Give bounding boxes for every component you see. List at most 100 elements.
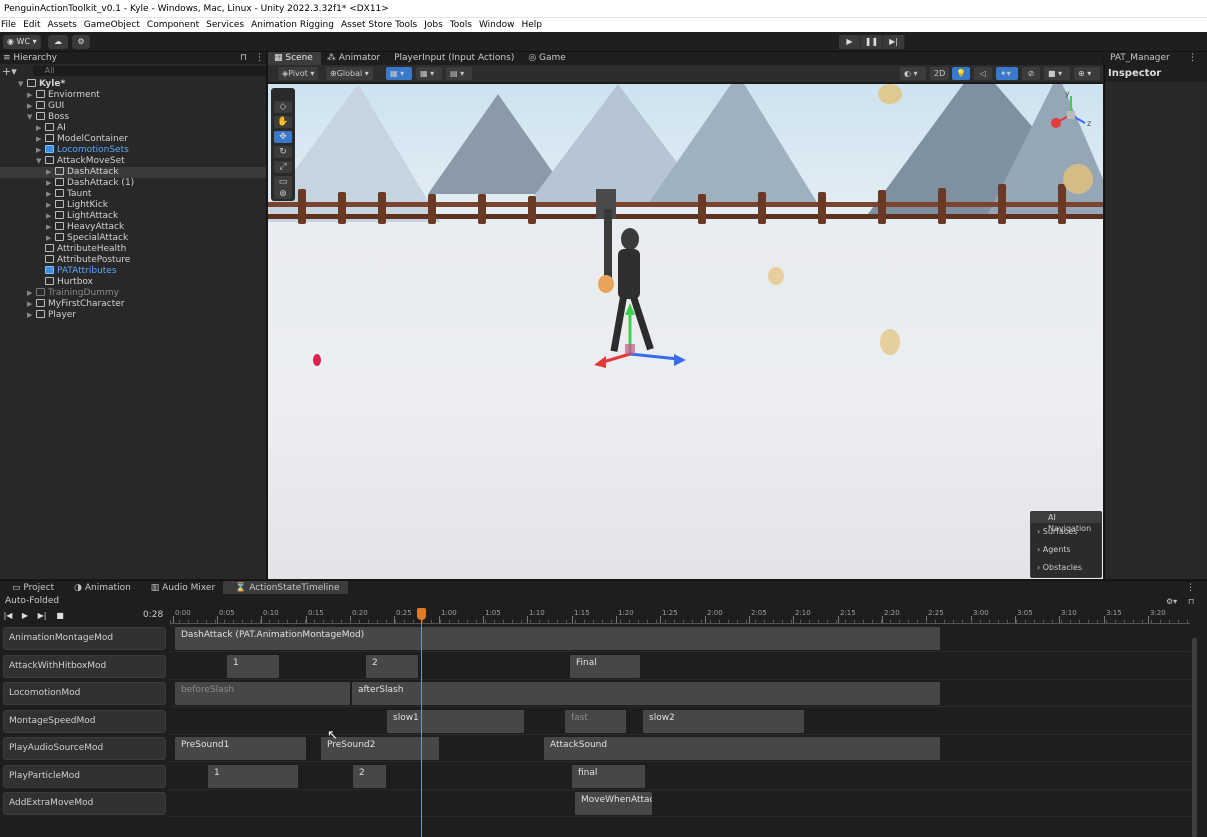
- expand-arrow-icon[interactable]: ▶: [46, 222, 55, 233]
- tab-game[interactable]: ◎ Game: [522, 52, 574, 65]
- increment-snap-icon[interactable]: ▤ ▾: [446, 67, 472, 80]
- kebab-menu-icon[interactable]: ⋮: [1186, 581, 1195, 595]
- track-lane[interactable]: [170, 763, 1190, 790]
- expand-arrow-icon[interactable]: ▶: [36, 134, 45, 145]
- track-label-addextramovemod[interactable]: AddExtraMoveMod: [3, 792, 166, 815]
- hand-tool-icon[interactable]: ✋: [274, 116, 292, 128]
- stop-icon[interactable]: ■: [54, 610, 66, 621]
- timeline-clip[interactable]: 2: [353, 765, 386, 788]
- timeline-clip[interactable]: 1: [227, 655, 279, 678]
- menu-file[interactable]: File: [0, 18, 21, 32]
- collab-icon[interactable]: ⚙: [72, 35, 90, 49]
- kebab-menu-icon[interactable]: ⋮: [255, 52, 264, 64]
- lighting-icon[interactable]: 💡: [952, 67, 970, 80]
- hierarchy-item-patattributes[interactable]: PATAttributes: [45, 266, 117, 277]
- track-lane[interactable]: [170, 653, 1190, 680]
- draw-mode-icon[interactable]: ◐ ▾: [900, 67, 926, 80]
- hierarchy-tab[interactable]: ≡ Hierarchy ⊓ ⋮: [0, 52, 266, 64]
- expand-arrow-icon[interactable]: ▼: [27, 112, 36, 123]
- effects-icon[interactable]: ✦▾: [996, 67, 1018, 80]
- play-icon[interactable]: ▶: [839, 35, 861, 49]
- global-dropdown[interactable]: ⊕Global ▾: [326, 67, 373, 80]
- hierarchy-item-gui[interactable]: ▶ GUI: [27, 101, 64, 112]
- gizmos-icon[interactable]: ⊕ ▾: [1074, 67, 1100, 80]
- play-icon[interactable]: ▶: [19, 610, 31, 621]
- hierarchy-item-dashattack-1[interactable]: ▶ DashAttack (1): [46, 178, 134, 189]
- hierarchy-item-lightkick[interactable]: ▶ LightKick: [46, 200, 108, 211]
- expand-arrow-icon[interactable]: ▶: [46, 178, 55, 189]
- menu-component[interactable]: Component: [145, 18, 204, 32]
- expand-arrow-icon[interactable]: ▶: [27, 101, 36, 112]
- expand-arrow-icon[interactable]: ▼: [18, 79, 27, 90]
- track-label-animationmontagemod[interactable]: AnimationMontageMod: [3, 627, 166, 650]
- lock-icon[interactable]: ⊓: [1188, 597, 1194, 606]
- scene-viewport[interactable]: ◇ ✋ ✥ ↻ ⤢ ▭ ⊛ y z AI Navigation › Surfac…: [268, 84, 1103, 579]
- pause-icon[interactable]: ❚❚: [861, 35, 883, 49]
- hierarchy-item-trainingdummy[interactable]: ▶ TrainingDummy: [27, 288, 119, 299]
- hierarchy-item-lightattack[interactable]: ▶ LightAttack: [46, 211, 118, 222]
- menu-gameobject[interactable]: GameObject: [82, 18, 145, 32]
- time-ruler[interactable]: 0:00 0:05 0:10 0:15 0:20 0:25 1:00 1:05 1:10 1:15…: [170, 606, 1190, 624]
- tab-pat-manager[interactable]: PAT_Manager: [1104, 53, 1170, 63]
- go-to-start-icon[interactable]: |◀: [2, 610, 14, 621]
- scene-root-kyle[interactable]: ▼ Kyle*: [18, 79, 65, 90]
- tab-animation[interactable]: ◑ Animation: [62, 581, 139, 594]
- expand-arrow-icon[interactable]: ▶: [46, 189, 55, 200]
- hierarchy-search-input[interactable]: All: [32, 66, 266, 76]
- character-model[interactable]: [578, 179, 698, 389]
- hierarchy-item-attributehealth[interactable]: AttributeHealth: [45, 244, 126, 255]
- timeline-clip[interactable]: 2: [366, 655, 418, 678]
- timeline-clip[interactable]: beforeSlash: [175, 682, 350, 705]
- settings-icon[interactable]: ⚙▾: [1166, 597, 1177, 606]
- toggle-2d-button[interactable]: 2D: [930, 67, 950, 80]
- timeline-clip[interactable]: fast: [565, 710, 626, 733]
- hierarchy-item-attributeposture[interactable]: AttributePosture: [45, 255, 130, 266]
- tab-animator[interactable]: ⁂ Animator: [321, 52, 388, 65]
- tab-playerinput[interactable]: PlayerInput (Input Actions): [388, 52, 522, 65]
- hierarchy-item-boss[interactable]: ▼ Boss: [27, 112, 69, 123]
- track-label-locomotionmod[interactable]: LocomotionMod: [3, 682, 166, 705]
- hierarchy-item-locomotionsets[interactable]: ▶ LocomotionSets: [36, 145, 129, 156]
- transform-tool-icon[interactable]: ⊛: [274, 188, 292, 199]
- playhead-handle[interactable]: [417, 608, 426, 620]
- vertical-scrollbar[interactable]: [1192, 638, 1197, 837]
- menu-window[interactable]: Window: [477, 18, 520, 32]
- gizmo-center[interactable]: [625, 344, 635, 354]
- ai-nav-agents[interactable]: › Agents: [1031, 541, 1101, 559]
- hierarchy-item-ai[interactable]: ▶ AI: [36, 123, 66, 134]
- expand-arrow-icon[interactable]: ▼: [36, 156, 45, 167]
- grid-icon[interactable]: ▦ ▾: [416, 67, 442, 80]
- expand-arrow-icon[interactable]: ▶: [36, 123, 45, 134]
- hierarchy-item-enviorment[interactable]: ▶ Enviorment: [27, 90, 100, 101]
- hierarchy-item-modelcontainer[interactable]: ▶ ModelContainer: [36, 134, 128, 145]
- gizmo-x-cone[interactable]: [1051, 118, 1061, 128]
- expand-arrow-icon[interactable]: ▶: [46, 211, 55, 222]
- rotate-tool-icon[interactable]: ↻: [274, 146, 292, 158]
- timeline-clip[interactable]: slow1: [387, 710, 524, 733]
- expand-arrow-icon[interactable]: ▶: [27, 288, 36, 299]
- gizmo-z-arrow[interactable]: [674, 354, 686, 366]
- tab-audio-mixer[interactable]: ▥ Audio Mixer: [139, 581, 223, 594]
- track-label-playparticlemod[interactable]: PlayParticleMod: [3, 765, 166, 788]
- expand-arrow-icon[interactable]: ▶: [46, 167, 55, 178]
- expand-arrow-icon[interactable]: ▶: [27, 310, 36, 321]
- audio-icon[interactable]: ◁: [974, 67, 992, 80]
- expand-arrow-icon[interactable]: ▶: [27, 299, 36, 310]
- timeline-clip[interactable]: AttackSound: [544, 737, 940, 760]
- hierarchy-item-hurtbox[interactable]: Hurtbox: [45, 277, 93, 288]
- timeline-clip[interactable]: DashAttack (PAT.AnimationMontageMod): [175, 627, 940, 650]
- camera-icon[interactable]: ■ ▾: [1044, 67, 1070, 80]
- expand-arrow-icon[interactable]: ▶: [27, 90, 36, 101]
- hierarchy-item-heavyattack[interactable]: ▶ HeavyAttack: [46, 222, 124, 233]
- move-tool-icon[interactable]: ✥: [274, 131, 292, 143]
- track-label-playaudiosourcemod[interactable]: PlayAudioSourceMod: [3, 737, 166, 760]
- timeline-clip[interactable]: MoveWhenAttack: [575, 792, 652, 815]
- menu-tools[interactable]: Tools: [448, 18, 477, 32]
- expand-arrow-icon[interactable]: ▶: [36, 145, 45, 156]
- gizmo-center-cube[interactable]: [1067, 111, 1075, 119]
- expand-arrow-icon[interactable]: ▶: [46, 233, 55, 244]
- timeline-clip[interactable]: final: [572, 765, 645, 788]
- tab-scene[interactable]: ▦ Scene: [268, 52, 321, 65]
- hierarchy-item-myfirstcharacter[interactable]: ▶ MyFirstCharacter: [27, 299, 124, 310]
- timeline-clip[interactable]: afterSlash: [352, 682, 940, 705]
